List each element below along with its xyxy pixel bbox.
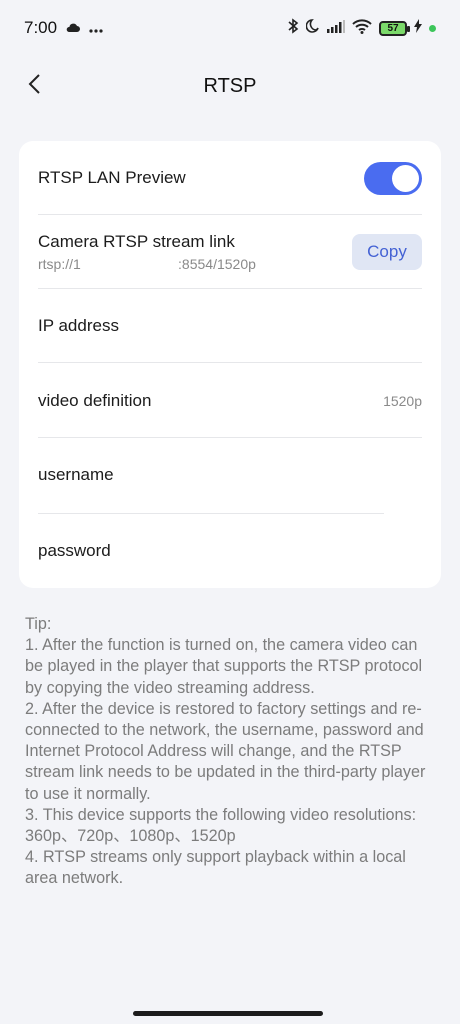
cloud-icon [65, 18, 81, 38]
password-row[interactable]: password [38, 514, 422, 588]
chevron-left-icon [27, 73, 41, 100]
stream-link-label: Camera RTSP stream link [38, 232, 235, 251]
tip-item-1: 1. After the function is turned on, the … [25, 636, 423, 697]
lan-preview-label: RTSP LAN Preview [38, 168, 186, 187]
copy-button[interactable]: Copy [352, 234, 422, 270]
charging-icon [414, 19, 422, 37]
status-left: 7:00 [24, 18, 103, 38]
video-definition-value: 1520p [383, 393, 422, 409]
tip-item-3: 3. This device supports the following vi… [25, 805, 417, 846]
stream-link-row: Camera RTSP stream link rtsp://1 :8554/1… [38, 215, 422, 289]
more-notifications-icon [89, 18, 103, 38]
username-row[interactable]: username [38, 438, 422, 512]
battery-icon: 57 [379, 20, 410, 36]
video-definition-label: video definition [38, 391, 152, 410]
status-right: 57 [287, 18, 436, 38]
page-title: RTSP [203, 74, 257, 97]
moon-icon [305, 19, 320, 37]
bluetooth-icon [287, 18, 299, 38]
video-definition-row[interactable]: video definition 1520p [38, 364, 422, 438]
password-label: password [38, 541, 111, 560]
wifi-icon [352, 18, 372, 38]
lan-preview-toggle[interactable] [364, 161, 422, 195]
privacy-indicator-dot [429, 24, 436, 32]
lan-preview-row: RTSP LAN Preview [38, 141, 422, 215]
header: RTSP [0, 56, 460, 116]
status-time: 7:00 [24, 18, 58, 37]
ip-address-row[interactable]: IP address [38, 289, 422, 363]
settings-card: RTSP LAN Preview Camera RTSP stream link… [19, 141, 441, 588]
back-button[interactable] [18, 70, 50, 102]
stream-link-block: Camera RTSP stream link rtsp://1 :8554/1… [38, 232, 256, 272]
signal-icon [327, 19, 345, 37]
tip-title: Tip: [25, 615, 52, 633]
tip-item-4: 4. RTSP streams only support playback wi… [25, 848, 406, 888]
ip-address-label: IP address [38, 316, 119, 335]
username-label: username [38, 465, 114, 484]
status-bar: 7:00 57 [0, 0, 460, 56]
tip-item-2: 2. After the device is restored to facto… [25, 699, 426, 803]
tip-section: Tip: 1. After the function is turned on,… [25, 614, 437, 890]
stream-link-value: rtsp://1 :8554/1520p [38, 256, 256, 272]
home-indicator[interactable] [133, 1011, 323, 1016]
toggle-knob [392, 164, 419, 192]
